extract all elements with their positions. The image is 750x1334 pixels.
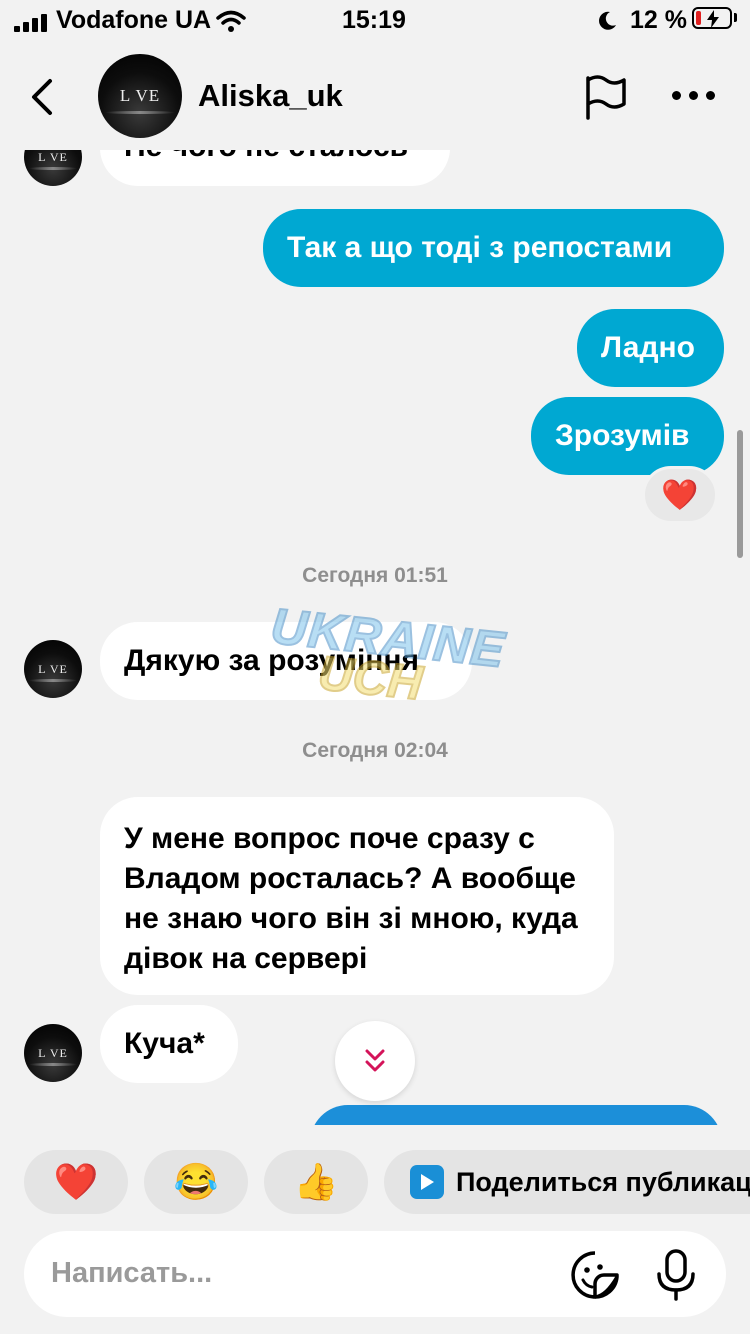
scroll-to-bottom-button[interactable] [335,1021,415,1101]
message-outgoing[interactable]: Зрозумів [531,397,724,475]
message-incoming[interactable]: Куча* [100,1005,238,1083]
battery-icon [692,7,732,29]
wifi-icon [216,10,246,32]
message-text: У мене вопрос поче сразу с Владом ростал… [124,822,578,975]
battery-percent: 12 % [630,6,687,34]
scrollbar[interactable] [737,430,743,558]
message-outgoing-partial[interactable] [310,1105,722,1125]
share-post-label: Поделиться публикацией [456,1166,750,1197]
thumbs-up-icon: 👍 [293,1161,339,1202]
quick-reactions-bar: ❤️ 😂 👍 Поделиться публикацией [0,1135,750,1235]
timestamp: Сегодня 01:51 [302,564,448,587]
header-avatar[interactable]: L VE [98,54,182,138]
message-reaction[interactable]: ❤️ [642,466,718,524]
message-composer[interactable]: Написать... [24,1231,726,1317]
message-text: Ладно [601,331,695,364]
message-text: Куча* [124,1027,205,1060]
quick-laugh-button[interactable]: 😂 [144,1150,248,1214]
watermark-logo: UKRAINE UCH [263,597,508,729]
carrier-label: Vodafone UA [56,6,212,34]
sticker-icon[interactable] [570,1250,620,1300]
watermark-line2: UCH [315,646,426,712]
laugh-emoji-icon: 😂 [173,1161,219,1202]
chat-header: L VE Aliska_uk [0,40,750,150]
message-outgoing[interactable]: Так а що тоді з репостами [263,209,724,287]
heart-reaction-icon: ❤️ [661,478,699,512]
message-avatar[interactable]: L VE [24,640,82,698]
play-icon [410,1165,444,1199]
quick-heart-button[interactable]: ❤️ [24,1150,128,1214]
quick-thumbs-up-button[interactable]: 👍 [264,1150,368,1214]
microphone-icon[interactable] [654,1248,698,1302]
message-text: Не чого не сталось [124,150,408,163]
back-arrow-icon[interactable] [28,78,56,116]
moon-icon [599,11,616,30]
flag-icon[interactable] [584,74,628,120]
clock: 15:19 [342,6,406,34]
message-text: Зрозумів [555,419,690,452]
double-chevron-down-icon [365,1049,385,1072]
more-options-icon[interactable] [672,90,716,102]
chat-username[interactable]: Aliska_uk [198,78,343,114]
timestamp: Сегодня 02:04 [302,739,448,762]
share-post-button[interactable]: Поделиться публикацией [384,1150,750,1214]
message-input[interactable]: Написать... [51,1257,212,1290]
signal-icon [14,14,48,32]
status-bar: Vodafone UA 15:19 12 % [0,0,750,40]
message-incoming[interactable]: Не чого не сталось [100,150,450,186]
message-outgoing[interactable]: Ладно [577,309,724,387]
heart-icon: ❤️ [53,1161,99,1202]
message-text: Так а що тоді з репостами [287,231,673,264]
chat-messages[interactable]: L VE Не чого не сталось Так а що тоді з … [0,150,750,1125]
message-avatar[interactable]: L VE [24,150,82,186]
message-avatar[interactable]: L VE [24,1024,82,1082]
message-incoming[interactable]: У мене вопрос поче сразу с Владом ростал… [100,797,614,995]
